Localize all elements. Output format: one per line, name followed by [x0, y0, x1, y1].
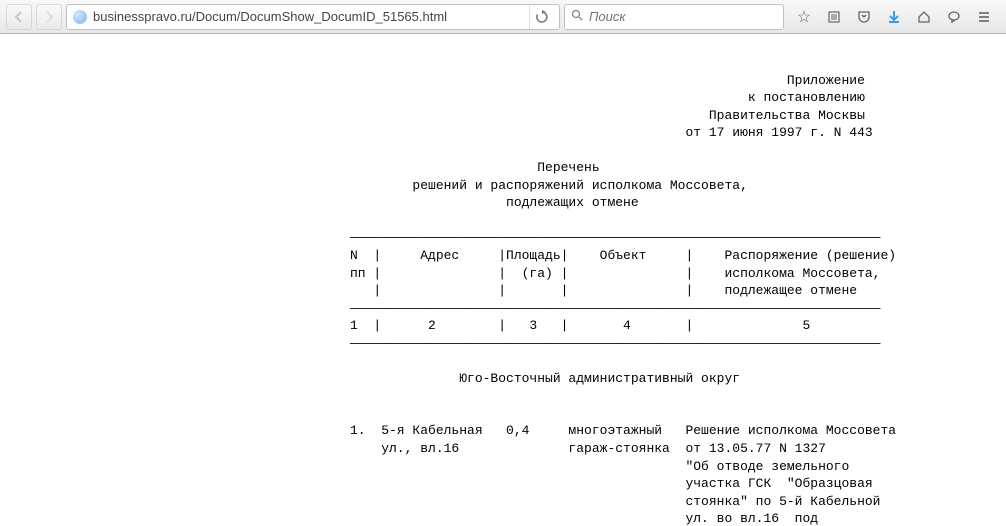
table-row: "Об отводе земельного — [350, 459, 849, 474]
forward-button[interactable] — [36, 4, 62, 30]
table-row: ул., вл.16 гараж-стоянка от 13.05.77 N 1… — [350, 441, 826, 456]
browser-toolbar: businesspravo.ru/Docum/DocumShow_DocumID… — [0, 0, 1006, 34]
search-icon — [571, 9, 583, 24]
table-row: 1. 5-я Кабельная 0,4 многоэтажный Решени… — [350, 423, 896, 438]
attachment-line: Правительства Москвы — [350, 108, 865, 123]
bookmark-icon[interactable]: ☆ — [794, 7, 814, 27]
district-line: Юго-Восточный административный округ — [350, 371, 740, 386]
doc-title-line: подлежащих отмене — [350, 195, 639, 210]
attachment-line: к постановлению — [350, 90, 865, 105]
page-content: Приложение к постановлению Правительства… — [0, 34, 1006, 526]
back-button[interactable] — [6, 4, 32, 30]
url-text: businesspravo.ru/Docum/DocumShow_DocumID… — [93, 9, 519, 24]
search-input[interactable] — [589, 9, 777, 24]
table-row: ул. во вл.16 под — [350, 511, 818, 526]
attachment-line: от 17 июня 1997 г. N 443 — [350, 125, 873, 140]
table-header-line: | | | | подлежащее отмене — [350, 283, 857, 298]
globe-icon — [73, 10, 87, 24]
table-header-line: пп | | (га) | | исполкома Моссовета, — [350, 266, 881, 281]
home-icon[interactable] — [914, 7, 934, 27]
chat-icon[interactable] — [944, 7, 964, 27]
download-icon[interactable] — [884, 7, 904, 27]
reading-list-icon[interactable] — [824, 7, 844, 27]
doc-title-line: решений и распоряжений исполкома Моссове… — [350, 178, 748, 193]
pocket-icon[interactable] — [854, 7, 874, 27]
attachment-line: Приложение — [350, 73, 865, 88]
doc-title-line: Перечень — [350, 160, 600, 175]
reload-button[interactable] — [529, 5, 553, 29]
table-rule: ————————————————————————————————————————… — [350, 230, 881, 245]
table-header-line: N | Адрес |Площадь| Объект | Распоряжени… — [350, 248, 896, 263]
table-row: участка ГСК "Образцовая — [350, 476, 873, 491]
table-colnum-line: 1 | 2 | 3 | 4 | 5 — [350, 318, 810, 333]
table-row: стоянка" по 5-й Кабельной — [350, 494, 881, 509]
table-rule: ————————————————————————————————————————… — [350, 336, 881, 351]
search-bar[interactable] — [564, 4, 784, 30]
table-rule: ————————————————————————————————————————… — [350, 301, 881, 316]
toolbar-icons: ☆ — [788, 7, 1000, 27]
url-bar[interactable]: businesspravo.ru/Docum/DocumShow_DocumID… — [66, 4, 560, 30]
menu-icon[interactable] — [974, 7, 994, 27]
document-body: Приложение к постановлению Правительства… — [0, 34, 1006, 526]
